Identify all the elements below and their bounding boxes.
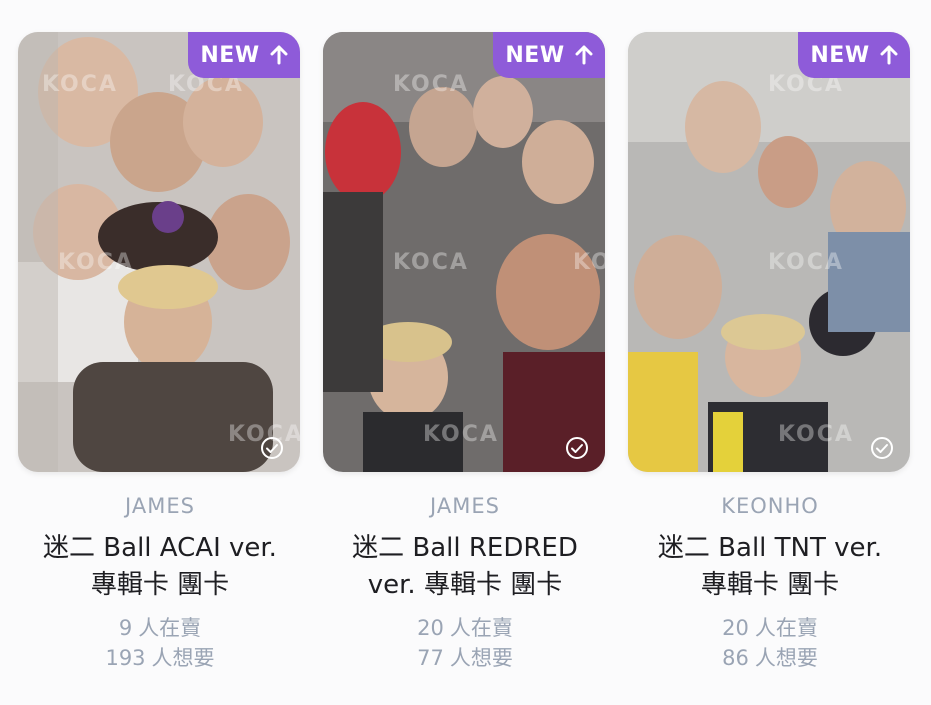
photocard-image[interactable]: KOCA KOCA KOCA KOCA NEW <box>323 32 605 472</box>
selling-number: 9 <box>118 616 133 640</box>
card-title-line: 專輯卡 團卡 <box>700 570 840 600</box>
wanted-number: 193 <box>105 646 146 670</box>
photocard-image[interactable]: KOCA KOCA KOCA KOCA NEW <box>18 32 300 472</box>
check-circle-icon[interactable] <box>870 436 894 460</box>
photocard-item[interactable]: KOCA KOCA KOCA NEW KEONHO 迷二 Ball TNT ve… <box>620 0 920 705</box>
watermark-text: KOCA <box>393 250 469 275</box>
check-circle-icon[interactable] <box>565 436 589 460</box>
card-title[interactable]: 迷二 Ball ACAI ver. 專輯卡 團卡 <box>10 530 310 604</box>
wanted-number: 86 <box>722 646 749 670</box>
card-title[interactable]: 迷二 Ball REDRED ver. 專輯卡 團卡 <box>315 530 615 604</box>
selling-label: 人在賣 <box>449 616 513 640</box>
watermark-text: KOCA <box>573 250 605 275</box>
wanted-count: 193 人想要 <box>10 642 310 672</box>
wanted-number: 77 <box>417 646 444 670</box>
card-title-line: 專輯卡 團卡 <box>90 570 230 600</box>
photocard-image[interactable]: KOCA KOCA KOCA NEW <box>628 32 910 472</box>
watermark-text: KOCA <box>393 72 469 97</box>
card-title[interactable]: 迷二 Ball TNT ver. 專輯卡 團卡 <box>620 530 920 604</box>
card-title-line: 迷二 Ball REDRED <box>352 533 578 563</box>
card-title-line: 迷二 Ball TNT ver. <box>657 533 883 563</box>
photocard-item[interactable]: KOCA KOCA KOCA KOCA NEW JAMES 迷二 Ball RE… <box>315 0 615 705</box>
wanted-label: 人想要 <box>151 646 215 670</box>
arrow-up-icon <box>880 45 898 65</box>
card-title-line: ver. 專輯卡 團卡 <box>367 570 563 600</box>
new-badge-label: NEW <box>810 42 870 68</box>
selling-number: 20 <box>417 616 444 640</box>
wanted-count: 86 人想要 <box>620 642 920 672</box>
arrow-up-icon <box>575 45 593 65</box>
selling-number: 20 <box>722 616 749 640</box>
new-badge: NEW <box>188 32 300 78</box>
watermark-text: KOCA <box>58 250 134 275</box>
wanted-label: 人想要 <box>449 646 513 670</box>
wanted-count: 77 人想要 <box>315 642 615 672</box>
member-name: JAMES <box>430 494 500 518</box>
wanted-label: 人想要 <box>754 646 818 670</box>
watermark-text: KOCA <box>778 422 854 447</box>
selling-count: 9 人在賣 <box>10 612 310 642</box>
selling-label: 人在賣 <box>754 616 818 640</box>
watermark-text: KOCA <box>423 422 499 447</box>
watermark-text: KOCA <box>42 72 118 97</box>
new-badge-label: NEW <box>505 42 565 68</box>
selling-count: 20 人在賣 <box>315 612 615 642</box>
check-circle-icon[interactable] <box>260 436 284 460</box>
selling-count: 20 人在賣 <box>620 612 920 642</box>
photocard-item[interactable]: KOCA KOCA KOCA KOCA NEW JAMES 迷二 Ball AC… <box>10 0 310 705</box>
new-badge: NEW <box>798 32 910 78</box>
watermark-text: KOCA <box>768 250 844 275</box>
new-badge: NEW <box>493 32 605 78</box>
member-name: JAMES <box>125 494 195 518</box>
new-badge-label: NEW <box>200 42 260 68</box>
selling-label: 人在賣 <box>138 616 202 640</box>
member-name: KEONHO <box>721 494 819 518</box>
arrow-up-icon <box>270 45 288 65</box>
card-title-line: 迷二 Ball ACAI ver. <box>43 533 277 563</box>
